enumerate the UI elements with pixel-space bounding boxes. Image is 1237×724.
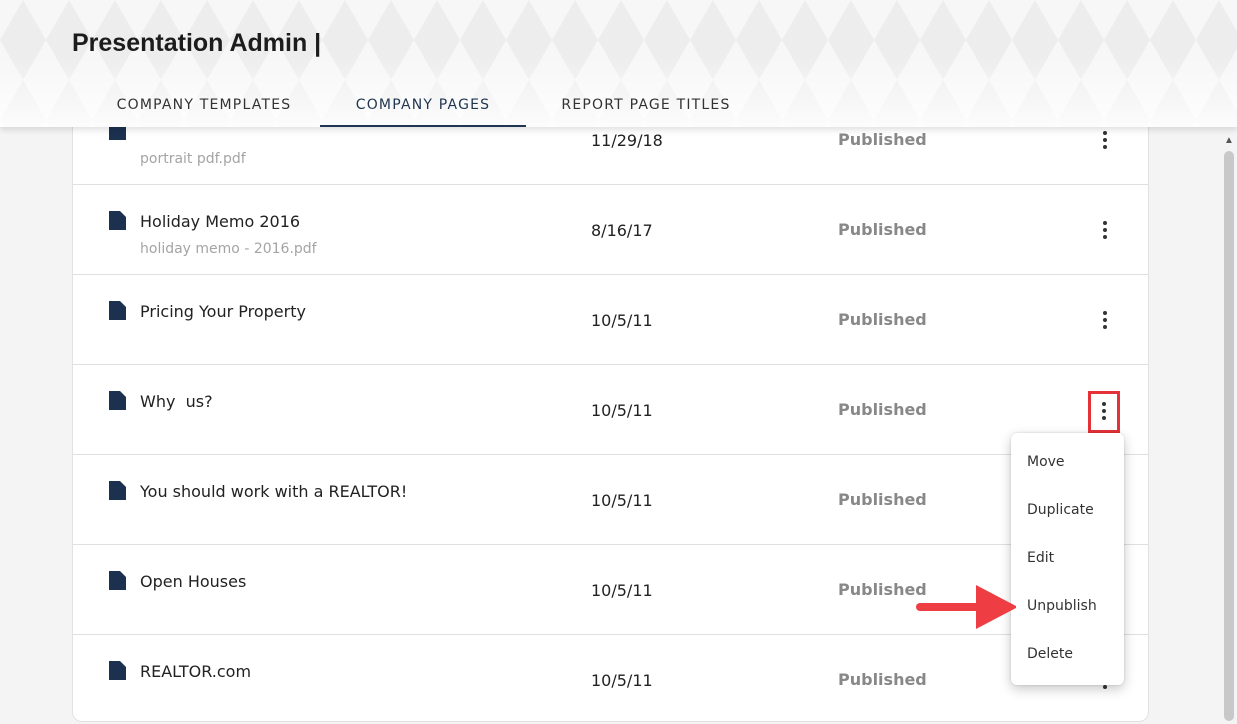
page-date: 8/16/17 — [591, 221, 653, 240]
table-row[interactable]: You should work with a REALTOR! 10/5/11 … — [73, 455, 1148, 545]
tab-report-page-titles[interactable]: REPORT PAGE TITLES — [526, 84, 766, 127]
table-row[interactable]: REALTOR.com 10/5/11 Published — [73, 635, 1148, 721]
page-date: 11/29/18 — [591, 131, 663, 150]
header: Presentation Admin | COMPANY TEMPLATES C… — [0, 0, 1237, 127]
page-filename: holiday memo - 2016.pdf — [140, 241, 317, 257]
page-title: REALTOR.com — [140, 662, 252, 681]
tab-company-templates[interactable]: COMPANY TEMPLATES — [88, 84, 320, 127]
document-icon — [109, 391, 126, 410]
arrow-right-icon — [916, 585, 1016, 629]
document-icon — [109, 661, 126, 680]
status-badge: Published — [838, 400, 927, 419]
more-vertical-icon[interactable] — [1088, 391, 1120, 433]
document-icon — [109, 571, 126, 590]
page-date: 10/5/11 — [591, 491, 653, 510]
vertical-scrollbar[interactable]: ▲ — [1221, 127, 1237, 724]
row-actions-menu: Move Duplicate Edit Unpublish Delete — [1011, 433, 1124, 685]
page-filename: portrait pdf.pdf — [140, 151, 246, 167]
menu-item-duplicate[interactable]: Duplicate — [1011, 486, 1124, 534]
page-title: Pricing Your Property — [140, 302, 306, 321]
tab-bar: COMPANY TEMPLATES COMPANY PAGES REPORT P… — [88, 84, 766, 127]
table-row[interactable]: Pricing Your Property 10/5/11 Published — [73, 275, 1148, 365]
table-row[interactable]: Why us? 10/5/11 Published — [73, 365, 1148, 455]
chevron-up-icon[interactable]: ▲ — [1221, 133, 1237, 149]
tab-company-pages[interactable]: COMPANY PAGES — [320, 84, 526, 127]
more-vertical-icon[interactable] — [1095, 219, 1115, 243]
page-title: Holiday Memo 2016 — [140, 212, 301, 231]
document-icon — [109, 301, 126, 320]
scrollbar-thumb[interactable] — [1224, 151, 1234, 721]
app-title: Presentation Admin | — [72, 29, 322, 57]
menu-item-unpublish[interactable]: Unpublish — [1011, 582, 1124, 630]
page-date: 10/5/11 — [591, 311, 653, 330]
menu-item-delete[interactable]: Delete — [1011, 630, 1124, 678]
menu-item-move[interactable]: Move — [1011, 438, 1124, 486]
document-icon — [109, 481, 126, 500]
page-title: Why us? — [140, 392, 213, 411]
status-badge: Published — [838, 310, 927, 329]
more-vertical-icon[interactable] — [1095, 309, 1115, 333]
status-badge: Published — [838, 670, 927, 689]
page-date: 10/5/11 — [591, 671, 653, 690]
menu-item-edit[interactable]: Edit — [1011, 534, 1124, 582]
status-badge: Published — [838, 580, 927, 599]
page-date: 10/5/11 — [591, 401, 653, 420]
document-icon — [109, 211, 126, 230]
table-row[interactable]: Holiday Memo 2016 holiday memo - 2016.pd… — [73, 185, 1148, 275]
status-badge: Published — [838, 130, 927, 149]
more-vertical-icon[interactable] — [1095, 129, 1115, 153]
status-badge: Published — [838, 490, 927, 509]
page-date: 10/5/11 — [591, 581, 653, 600]
status-badge: Published — [838, 220, 927, 239]
page-title: Open Houses — [140, 572, 247, 591]
page-title: You should work with a REALTOR! — [140, 482, 408, 501]
